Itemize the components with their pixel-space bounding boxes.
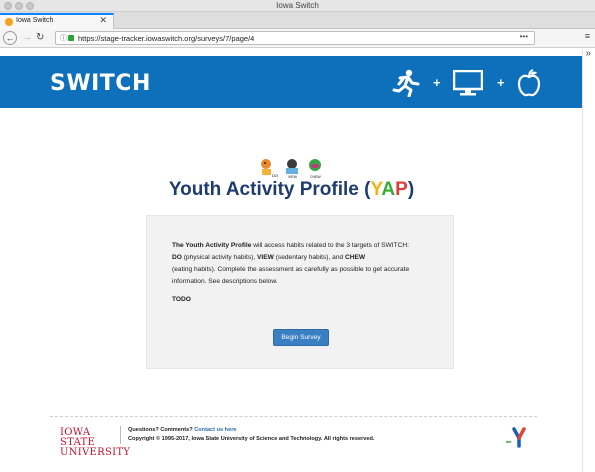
window-title: Iowa Switch [276,1,319,10]
footer-questions: Questions? Comments? [128,427,195,433]
overflow-chevron-icon[interactable]: » [585,48,591,59]
browser-tab[interactable]: Iowa Switch ✕ [0,13,114,29]
title-y: Y [370,179,382,200]
tab-close-icon[interactable]: ✕ [99,15,107,26]
footer-copyright: Copyright © 1995-2017, Iowa State Univer… [128,436,375,442]
switch-logo[interactable]: SWITCH [50,71,151,96]
isu-logo[interactable]: IOWA STATE UNIVERSITY [60,427,131,458]
desc-strong-chew: CHEW [344,254,366,261]
plus-sign: + [497,75,505,90]
title-p: P [395,179,408,200]
desc-text: will access habits related to the 3 targ… [251,242,409,249]
site-banner: SWITCH + + [0,56,582,108]
contact-us-link[interactable]: Contact us here [194,427,236,433]
desc-text: (eating habits). Complete the assessment… [172,266,410,273]
footer-divider [50,416,537,417]
page-actions-icon[interactable]: ••• [520,32,528,41]
url-text[interactable]: https://stage-tracker.iowaswitch.org/sur… [78,33,254,44]
desc-text: information. See descriptions below. [172,278,278,285]
page-title: Youth Activity Profile (YAP) [0,179,582,201]
forward-button[interactable]: → [22,31,32,45]
lock-icon [68,35,74,41]
intro-card: The Youth Activity Profile will access h… [146,215,454,369]
desc-strong-do: DO [172,254,182,261]
tab-strip: Iowa Switch ✕ [0,12,595,29]
apple-icon [517,69,541,97]
back-button[interactable]: ← [3,31,17,45]
url-bar[interactable]: ⓘ https://stage-tracker.iowaswitch.org/s… [55,31,535,45]
mascot-art: DO VIEW CHEW [261,159,321,179]
navigation-bar: ← → ↻ ⓘ https://stage-tracker.iowaswitch… [0,29,595,48]
intro-description: The Youth Activity Profile will access h… [172,240,452,288]
tab-title: Iowa Switch [16,17,54,24]
isu-logo-line1: IOWA STATE [60,427,96,448]
desc-strong-view: VIEW [257,254,274,261]
desc-strong-yap: The Youth Activity Profile [172,242,252,249]
page-content: SWITCH + + DO VIEW CHEW Youth Activity P… [0,49,583,472]
info-icon[interactable]: ⓘ [60,33,67,43]
desc-text: (physical activity habits), [181,254,258,261]
reload-button[interactable]: ↻ [36,31,44,45]
todo-text: TODO [172,296,191,303]
title-suffix: ) [407,179,415,200]
monitor-icon [453,70,483,96]
ymca-logo[interactable] [505,426,529,448]
title-a: A [381,179,396,200]
favicon-icon [5,18,13,26]
isu-logo-line2: UNIVERSITY [60,447,131,458]
footer-text: Questions? Comments? Contact us here Cop… [120,426,375,444]
plus-sign: + [433,75,441,90]
begin-survey-button[interactable]: Begin Survey [273,329,329,346]
banner-icons: + + [391,69,551,97]
window-titlebar: Iowa Switch [0,0,595,12]
title-prefix: Youth Activity Profile ( [168,179,371,200]
running-person-icon [392,69,420,97]
desc-text: (sedentary habits), and [273,254,345,261]
do-label: DO [272,173,278,178]
hamburger-menu-icon[interactable]: ≡ [585,31,590,41]
